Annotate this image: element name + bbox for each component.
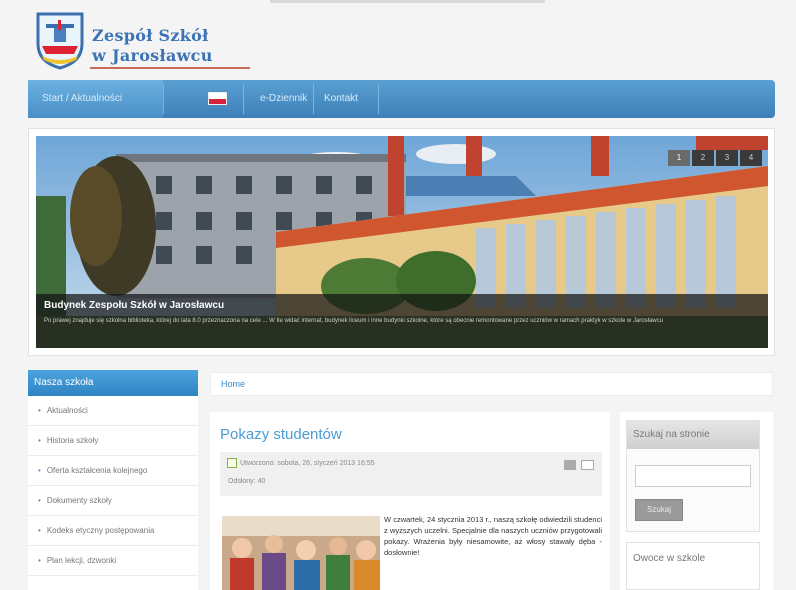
slider-caption: Budynek Zespołu Szkół w Jarosławcu Po pr… bbox=[36, 294, 768, 348]
sidebar-item-label: Plan lekcji, dzwonki bbox=[46, 556, 117, 565]
slider-dot-1[interactable]: 1 bbox=[668, 150, 690, 166]
bullet-icon: • bbox=[38, 526, 41, 535]
article: Pokazy studentów Utworzono: sobota, 26, … bbox=[210, 412, 610, 590]
search-title: Szukaj na stronie bbox=[627, 421, 759, 449]
slider-caption-title: Budynek Zespołu Szkół w Jarosławcu bbox=[44, 300, 225, 311]
sidebar-item-oferta[interactable]: • Oferta kształcenia kolejnego bbox=[28, 456, 198, 486]
nav-item-kontakt[interactable]: Kontakt bbox=[324, 80, 358, 118]
bullet-icon: • bbox=[38, 466, 41, 475]
breadcrumb: Home bbox=[210, 372, 773, 396]
email-icon[interactable] bbox=[581, 460, 594, 470]
right-sidebar: Szukaj na stronie Szukaj Owoce w szkole bbox=[620, 412, 773, 590]
search-input[interactable] bbox=[635, 465, 751, 487]
nav-item-start[interactable]: Start / Aktualności bbox=[28, 80, 163, 118]
slider-controls: 1 2 3 4 bbox=[668, 150, 762, 166]
sidebar-title: Nasza szkoła bbox=[28, 370, 198, 396]
sidebar-item-label: Kodeks etyczny postępowania bbox=[46, 526, 155, 535]
article-meta: Utworzono: sobota, 26, styczeń 2013 16:5… bbox=[220, 452, 602, 496]
nav-separator bbox=[378, 84, 379, 114]
sidebar-menu: Nasza szkoła • Aktualności • Historia szko… bbox=[28, 370, 198, 590]
sidebar-item-plan-lekcji[interactable]: • Plan lekcji, dzwonki bbox=[28, 546, 198, 576]
article-date: Utworzono: sobota, 26, styczeń 2013 16:5… bbox=[240, 460, 375, 467]
sidebar-item-label: Aktualności bbox=[46, 406, 88, 415]
fruit-module-title: Owoce w szkole bbox=[633, 553, 706, 564]
logo-text-line1: Zespół Szkół bbox=[92, 26, 209, 45]
nav-separator bbox=[243, 84, 244, 114]
print-icon[interactable] bbox=[564, 460, 576, 470]
image-slider[interactable]: 1 2 3 4 Budynek Zespołu Szkół w Jarosław… bbox=[36, 136, 768, 348]
article-views: Odsłony: 40 bbox=[228, 478, 266, 485]
logo-underline bbox=[90, 67, 250, 69]
main-nav: Start / Aktualności e-Dziennik Kontakt bbox=[28, 80, 775, 118]
slider-dot-3[interactable]: 3 bbox=[716, 150, 738, 166]
shield-logo-icon bbox=[36, 12, 84, 70]
sidebar-item-kodeks[interactable]: • Kodeks etyczny postępowania bbox=[28, 516, 198, 546]
sidebar-item-dokumenty[interactable]: • Dokumenty szkoły bbox=[28, 486, 198, 516]
top-strip bbox=[270, 0, 545, 3]
sidebar-item-historia[interactable]: • Historia szkoły bbox=[28, 426, 198, 456]
bullet-icon: • bbox=[38, 436, 41, 445]
bullet-icon: • bbox=[38, 406, 41, 415]
bullet-icon: • bbox=[38, 496, 41, 505]
sidebar-item-label: Historia szkoły bbox=[46, 436, 99, 445]
sidebar-item-label: Dokumenty szkoły bbox=[46, 496, 112, 505]
search-button[interactable]: Szukaj bbox=[635, 499, 683, 521]
sidebar-item-aktualnosci[interactable]: • Aktualności bbox=[28, 396, 198, 426]
nav-separator bbox=[313, 84, 314, 114]
bullet-icon: • bbox=[38, 556, 41, 565]
edit-check-icon bbox=[227, 458, 237, 468]
breadcrumb-home-link[interactable]: Home bbox=[221, 379, 245, 389]
article-image[interactable] bbox=[222, 516, 380, 590]
polish-flag-icon[interactable] bbox=[208, 92, 227, 105]
slider-caption-text: Po prawej znajduje się szkolna bibliotek… bbox=[44, 318, 663, 324]
article-text: W czwartek, 24 stycznia 2013 r., naszą s… bbox=[384, 515, 602, 557]
nav-item-edziennik[interactable]: e-Dziennik bbox=[260, 80, 307, 118]
slider-frame: 1 2 3 4 Budynek Zespołu Szkół w Jarosław… bbox=[28, 128, 775, 356]
search-module: Szukaj na stronie Szukaj bbox=[626, 420, 760, 532]
slider-dot-4[interactable]: 4 bbox=[740, 150, 762, 166]
slider-dot-2[interactable]: 2 bbox=[692, 150, 714, 166]
article-title[interactable]: Pokazy studentów bbox=[220, 426, 342, 443]
students-photo bbox=[222, 516, 380, 590]
sidebar-item-label: Oferta kształcenia kolejnego bbox=[46, 466, 148, 475]
nav-separator bbox=[163, 84, 164, 114]
school-logo[interactable]: Zespół Szkół w Jarosławcu bbox=[32, 8, 250, 74]
logo-text-line2: w Jarosławcu bbox=[92, 46, 213, 65]
fruit-module: Owoce w szkole bbox=[626, 542, 760, 590]
